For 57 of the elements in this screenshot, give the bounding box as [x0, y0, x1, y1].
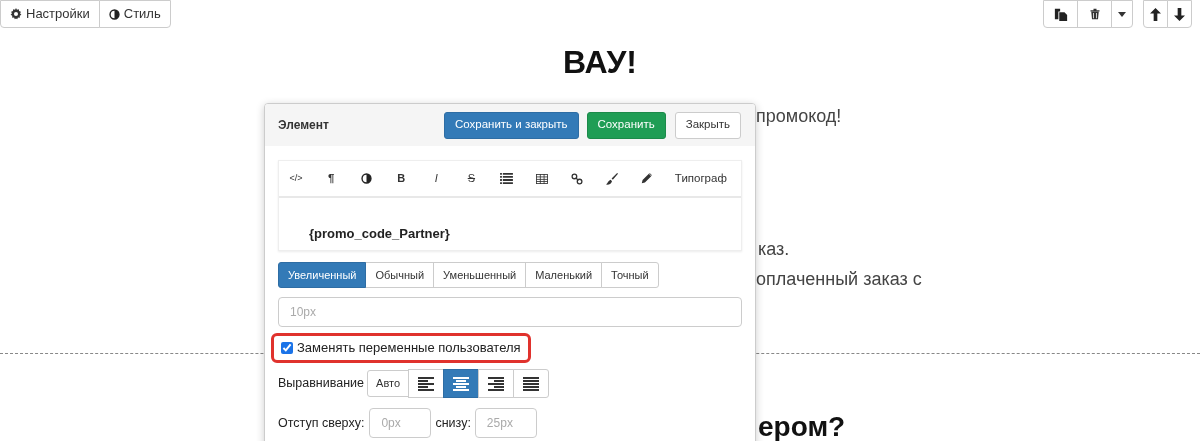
page-heading: ВАУ! — [562, 43, 638, 82]
auto-align-button[interactable]: Авто — [367, 370, 410, 397]
page-text: каз. — [758, 238, 790, 261]
left-align-button[interactable] — [408, 369, 445, 398]
editor-text: {promo_code_Partner} — [309, 226, 450, 241]
bottom-margin-label: снизу: — [435, 414, 471, 432]
settings-button[interactable]: Настройки — [0, 0, 100, 28]
align-right-icon — [488, 376, 505, 391]
align-center-icon — [453, 376, 470, 391]
alignment-label: Выравнивание — [278, 375, 365, 393]
brush-icon — [605, 172, 618, 185]
padding-input-field[interactable]: 10px — [278, 297, 742, 327]
strikethrough-button[interactable]: S — [460, 166, 483, 191]
copy-button[interactable] — [1043, 0, 1078, 28]
page-text: промокод! — [756, 105, 842, 128]
bottom-margin-input-field[interactable]: 25px — [474, 408, 537, 438]
delete-button[interactable] — [1077, 0, 1112, 28]
move-up-button[interactable] — [1143, 0, 1168, 28]
code-view-button[interactable]: </> — [285, 166, 307, 191]
contrast-icon — [360, 173, 372, 184]
style-button[interactable]: Стиль — [98, 0, 171, 28]
arrow-up-icon — [1150, 7, 1161, 21]
size-tab[interactable]: Уменьшенный — [433, 262, 527, 288]
checkbox-label: Заменять переменные пользователя — [297, 339, 521, 358]
dropdown-button[interactable] — [1111, 0, 1133, 28]
save-and-close-button[interactable]: Сохранить и закрыть — [443, 111, 579, 139]
size-tab[interactable]: Обычный — [365, 262, 435, 288]
align-justify-icon — [523, 376, 540, 391]
replace-variables-checkbox[interactable] — [281, 342, 293, 354]
link-icon — [570, 172, 583, 185]
table-icon — [535, 173, 548, 184]
right-align-button[interactable] — [478, 369, 515, 398]
contrast-icon — [108, 8, 120, 20]
pencil-icon — [641, 173, 653, 184]
gear-icon — [10, 8, 22, 20]
size-tab[interactable]: Точный — [601, 262, 659, 288]
move-down-button[interactable] — [1167, 0, 1192, 28]
trash-icon — [1088, 7, 1101, 21]
italic-button[interactable]: I — [425, 166, 448, 191]
bold-button[interactable]: B — [390, 166, 413, 191]
size-tab[interactable]: Маленький — [525, 262, 603, 288]
section-heading: ером? — [758, 412, 846, 441]
top-margin-label: Отступ сверху: — [278, 414, 365, 432]
arrow-down-icon — [1174, 7, 1185, 21]
align-left-icon — [418, 376, 435, 391]
close-button[interactable]: Закрыть — [674, 111, 741, 139]
size-tab[interactable]: Увеличенный — [278, 262, 367, 288]
list-icon — [499, 173, 513, 184]
page-text: оплаченный заказ с — [756, 268, 922, 291]
justify-align-button[interactable] — [513, 369, 550, 398]
caret-icon — [1118, 11, 1126, 17]
top-margin-input-field[interactable]: 0px — [369, 408, 432, 438]
typograph-button[interactable]: Типограф — [670, 166, 731, 191]
toolbar-button[interactable]: ¶ — [320, 166, 343, 191]
center-align-button[interactable] — [443, 369, 480, 398]
copy-icon — [1053, 7, 1068, 21]
dialog-title: Элемент — [278, 117, 329, 134]
